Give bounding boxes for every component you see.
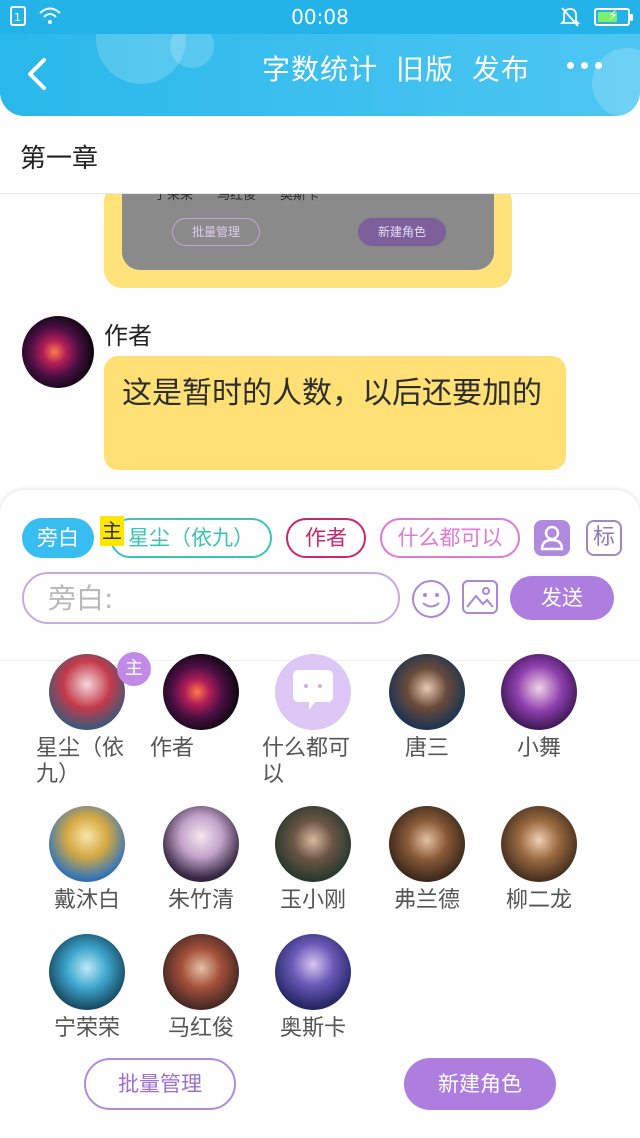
avatar [389,654,465,730]
character-item[interactable]: 弗兰德 [372,806,482,914]
role-chip-anything[interactable]: 什么都可以 [380,518,520,558]
avatar [49,654,125,730]
avatar [275,654,351,730]
character-name: 戴沐白 [53,888,120,913]
character-item[interactable]: 小舞 [484,654,594,762]
message-sender: 作者 [104,322,152,350]
preview-name: 奥斯卡 [280,194,320,203]
character-name: 宁荣荣 [53,1016,120,1041]
emoji-icon[interactable] [412,580,450,618]
avatar [501,654,577,730]
screenshot-preview: 宁荣荣 马红俊 奥斯卡 批量管理 新建角色 [122,194,494,270]
old-version-button[interactable]: 旧版 [396,48,454,88]
new-character-button[interactable]: 新建角色 [404,1058,556,1110]
preview-batch-button: 批量管理 [172,218,260,246]
character-item[interactable]: 朱竹清 [146,806,256,914]
chat-bubble-icon [293,670,333,710]
character-item[interactable]: 柳二龙 [484,806,594,914]
preview-names: 宁荣荣 马红俊 奥斯卡 [154,194,319,203]
status-time: 00:08 [291,5,349,29]
chapter-title[interactable]: 第一章 [20,138,98,175]
chat-area[interactable]: 宁荣荣 马红俊 奥斯卡 批量管理 新建角色 作者 这是暂时的人数，以后还要加的 [0,194,640,490]
character-item[interactable]: 戴沐白 [32,806,142,914]
status-right-icons: ⚡ [560,6,633,28]
avatar [275,934,351,1010]
avatar [163,934,239,1010]
character-item[interactable]: 作者 [146,654,256,762]
role-chip-author[interactable]: 作者 [286,518,366,558]
character-name: 唐三 [404,736,449,761]
character-name: 奥斯卡 [279,1016,346,1041]
character-name: 星尘（依九） [36,736,125,787]
message-input[interactable] [22,572,400,624]
top-app-bar: 字数统计 旧版 发布 [0,34,640,116]
avatar [49,806,125,882]
character-item[interactable]: 宁荣荣 [32,934,142,1042]
role-chip-narrator[interactable]: 旁白 [22,518,94,558]
header-actions: 字数统计 旧版 发布 [262,48,530,88]
mark-button[interactable]: 标 [586,520,622,556]
character-name: 玉小刚 [279,888,346,913]
mute-bell-icon [560,7,580,27]
character-panel: 星尘（依九） 主 作者 什么都可以 唐三 小舞 戴沐白 朱竹清 玉小刚 弗兰德 … [0,630,640,1138]
avatar [163,806,239,882]
character-name: 小舞 [516,736,561,761]
character-item[interactable]: 马红俊 [146,934,256,1042]
character-item[interactable]: 唐三 [372,654,482,762]
word-count-button[interactable]: 字数统计 [262,48,378,88]
character-item[interactable]: 玉小刚 [258,806,368,914]
character-item[interactable]: 什么都可以 [258,654,368,788]
character-item[interactable]: 奥斯卡 [258,934,368,1042]
send-button[interactable]: 发送 [510,576,614,620]
image-icon[interactable] [462,580,498,614]
avatar [275,806,351,882]
preview-new-button: 新建角色 [358,218,446,246]
more-icon[interactable] [567,62,602,69]
character-name: 柳二龙 [505,888,572,913]
avatar [163,654,239,730]
character-name: 马红俊 [167,1016,234,1041]
avatar[interactable] [22,316,94,388]
image-message[interactable]: 宁荣荣 马红俊 奥斯卡 批量管理 新建角色 [104,194,512,288]
preview-name: 马红俊 [217,194,257,203]
avatar [389,806,465,882]
status-bar: 1 00:08 ⚡ [0,0,640,34]
preview-name: 宁荣荣 [154,194,194,203]
character-name: 什么都可以 [262,736,351,787]
role-chip-xingchen[interactable]: 星尘（依九） [110,518,272,558]
main-role-tag: 主 [100,516,124,546]
character-name: 朱竹清 [167,888,234,913]
batch-manage-button[interactable]: 批量管理 [84,1058,236,1110]
character-name: 弗兰德 [393,888,460,913]
back-arrow-icon[interactable] [22,54,58,94]
character-name: 作者 [150,736,195,761]
publish-button[interactable]: 发布 [472,48,530,88]
message-bubble[interactable]: 这是暂时的人数，以后还要加的 [104,356,566,470]
avatar [501,806,577,882]
battery-icon: ⚡ [594,8,633,26]
character-manage-icon[interactable] [534,520,570,556]
chapter-bar: 第一章 [0,116,640,194]
avatar [49,934,125,1010]
composer: 旁白 星尘（依九） 主 作者 什么都可以 标 发送 [0,490,640,630]
